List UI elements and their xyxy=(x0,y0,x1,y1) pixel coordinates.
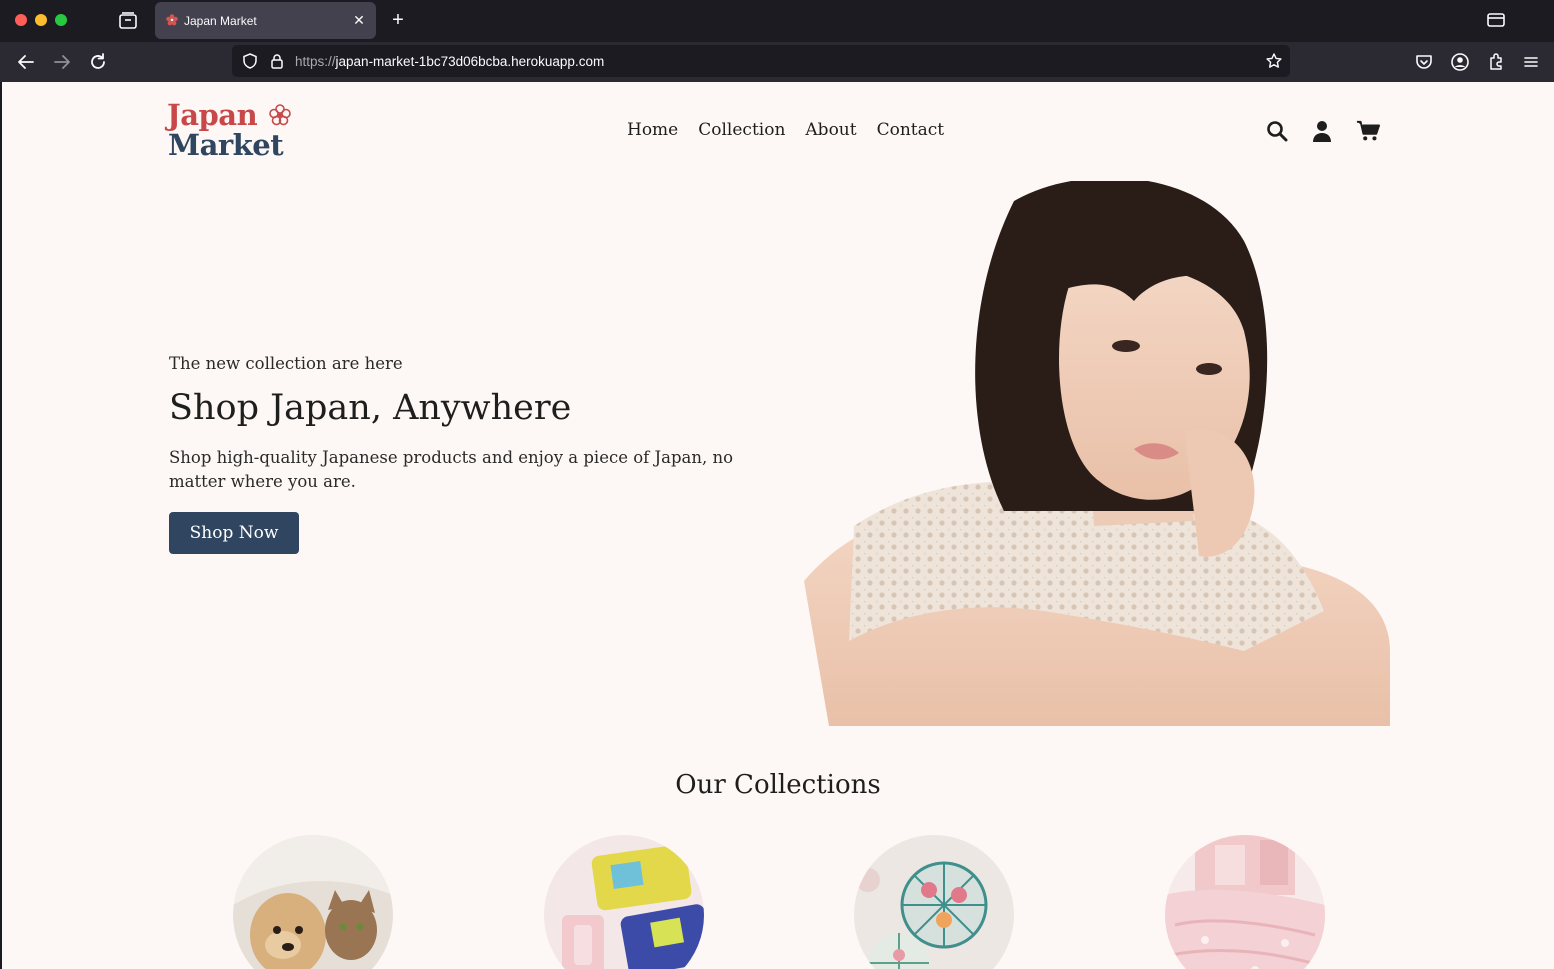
cherry-blossom-icon xyxy=(269,104,291,126)
collections-title: Our Collections xyxy=(675,770,881,800)
back-icon[interactable] xyxy=(15,51,37,73)
hero-model-image xyxy=(804,181,1390,726)
collection-beauty-image[interactable] xyxy=(544,835,704,969)
hero-eyebrow: The new collection are here xyxy=(169,354,403,373)
url-bar[interactable]: https://japan-market-1bc73d06bcba.heroku… xyxy=(232,45,1290,77)
cherry-blossom-icon xyxy=(166,14,178,26)
window-icon[interactable] xyxy=(1485,10,1507,30)
close-window-button[interactable] xyxy=(15,14,27,26)
extensions-icon[interactable] xyxy=(1485,51,1507,73)
browser-nav-bar: https://japan-market-1bc73d06bcba.heroku… xyxy=(0,42,1554,82)
page: Japan Market Home Collection About Conta… xyxy=(2,82,1554,969)
site-logo[interactable]: Japan Market xyxy=(167,98,307,164)
collection-pets-image[interactable] xyxy=(233,835,393,969)
shield-icon[interactable] xyxy=(241,52,259,70)
user-icon[interactable] xyxy=(1310,119,1334,143)
logo-market: Market xyxy=(168,128,284,162)
new-tab-button[interactable]: + xyxy=(387,8,409,32)
collection-crafts-image[interactable] xyxy=(854,835,1014,969)
forward-icon[interactable] xyxy=(51,51,73,73)
maximize-window-button[interactable] xyxy=(55,14,67,26)
main-nav: Home Collection About Contact xyxy=(627,120,944,140)
close-tab-icon[interactable]: ✕ xyxy=(351,12,367,28)
reload-icon[interactable] xyxy=(87,51,109,73)
collection-textiles-image[interactable] xyxy=(1165,835,1325,969)
bookmark-star-icon[interactable] xyxy=(1265,52,1283,70)
hero-description: Shop high-quality Japanese products and … xyxy=(169,448,734,491)
logo-japan: Japan xyxy=(167,98,258,132)
tab-list-icon[interactable] xyxy=(116,9,140,33)
url-text: https://japan-market-1bc73d06bcba.heroku… xyxy=(295,54,605,69)
minimize-window-button[interactable] xyxy=(35,14,47,26)
lock-icon[interactable] xyxy=(268,52,286,70)
browser-tab-bar: Japan Market ✕ + xyxy=(0,0,1554,42)
nav-contact[interactable]: Contact xyxy=(877,120,945,140)
nav-collection[interactable]: Collection xyxy=(698,120,785,140)
browser-tab[interactable]: Japan Market ✕ xyxy=(155,2,376,39)
nav-home[interactable]: Home xyxy=(627,120,678,140)
tab-title: Japan Market xyxy=(184,14,257,28)
menu-icon[interactable] xyxy=(1520,51,1542,73)
pocket-icon[interactable] xyxy=(1413,51,1435,73)
hero-title: Shop Japan, Anywhere xyxy=(169,388,572,428)
nav-about[interactable]: About xyxy=(805,120,856,140)
cart-icon[interactable] xyxy=(1356,119,1380,143)
shop-now-button[interactable]: Shop Now xyxy=(169,512,299,554)
account-icon[interactable] xyxy=(1449,51,1471,73)
search-icon[interactable] xyxy=(1265,119,1289,143)
